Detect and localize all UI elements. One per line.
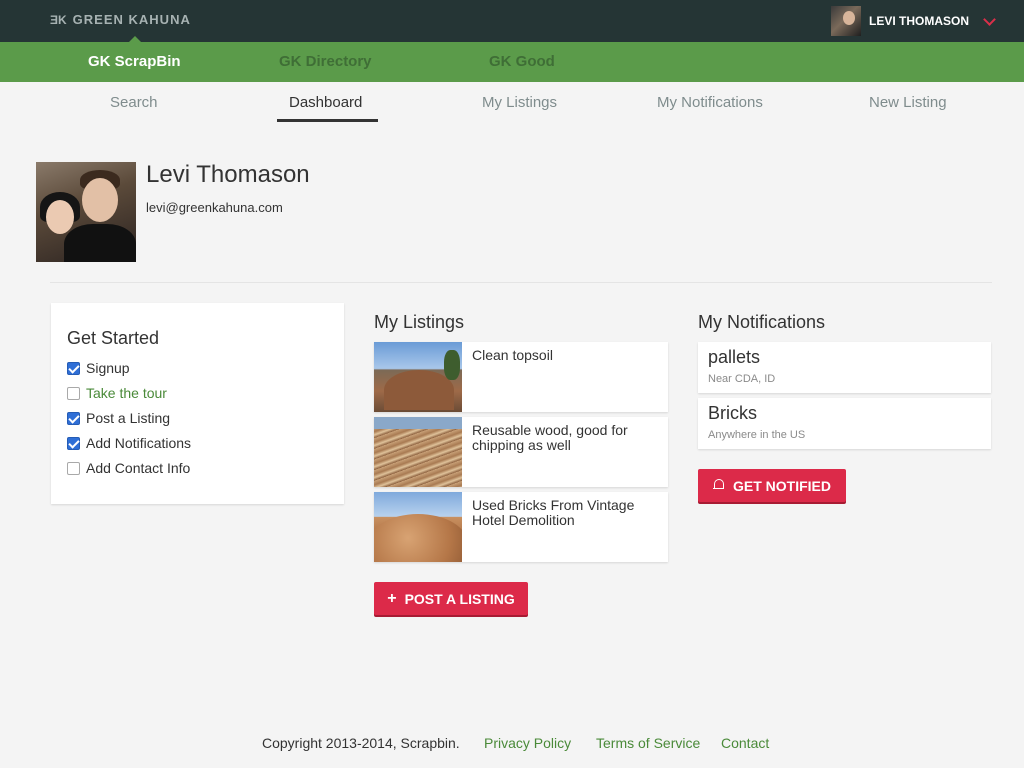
footer-terms-of-service-link[interactable]: Terms of Service <box>596 735 700 751</box>
brand-name: GREEN KAHUNA <box>72 12 191 27</box>
my-notifications-title: My Notifications <box>698 312 826 332</box>
profile-email: levi@greenkahuna.com <box>146 200 283 215</box>
product-gk-good[interactable]: GK Good <box>489 53 555 70</box>
get-started-card: Get Started Signup Take the tour Post a … <box>51 303 344 504</box>
checklist-item-post-a-listing[interactable]: Post a Listing <box>67 410 170 426</box>
user-menu[interactable]: LEVI THOMASON <box>830 6 996 36</box>
listing-thumbnail[interactable] <box>374 417 462 487</box>
product-gk-scrapbin[interactable]: GK ScrapBin <box>88 53 181 70</box>
checklist-item-add-notifications[interactable]: Add Notifications <box>67 435 191 451</box>
notification-title[interactable]: Bricks <box>708 403 757 424</box>
checkbox-unchecked[interactable] <box>67 461 80 475</box>
checkbox-checked[interactable] <box>67 361 80 375</box>
notification-card[interactable]: pallets Near CDA, ID <box>698 342 991 393</box>
product-gk-directory[interactable]: GK Directory <box>279 53 372 70</box>
profile-photo <box>36 162 136 262</box>
checklist-item-signup[interactable]: Signup <box>67 360 130 376</box>
listing-card[interactable]: Clean topsoil <box>374 342 668 412</box>
chevron-down-icon[interactable] <box>983 12 996 26</box>
get-started-title: Get Started <box>67 328 160 348</box>
listing-card[interactable]: Reusable wood, good for chipping as well <box>374 417 668 487</box>
notification-card[interactable]: Bricks Anywhere in the US <box>698 398 991 449</box>
checkbox-checked[interactable] <box>67 436 80 450</box>
tab-search[interactable]: Search <box>110 94 158 111</box>
brand-logo[interactable]: ƎK GREEN KAHUNA <box>50 12 191 27</box>
listing-title[interactable]: Used Bricks From Vintage Hotel Demolitio… <box>472 498 652 528</box>
avatar[interactable] <box>830 6 861 36</box>
top-bar: ƎK GREEN KAHUNA LEVI THOMASON <box>0 0 1024 42</box>
tab-dashboard[interactable]: Dashboard <box>289 94 362 111</box>
dashboard-tabs: Search Dashboard My Listings My Notifica… <box>0 82 1024 124</box>
listing-thumbnail[interactable] <box>374 342 462 412</box>
footer-copyright: Copyright 2013-2014, Scrapbin. <box>262 735 460 751</box>
tab-my-notifications[interactable]: My Notifications <box>657 94 763 111</box>
post-listing-button[interactable]: + POST A LISTING <box>374 582 528 615</box>
listing-thumbnail[interactable] <box>374 492 462 562</box>
active-product-caret <box>129 36 141 42</box>
listing-title[interactable]: Reusable wood, good for chipping as well <box>472 423 652 453</box>
checklist-item-take-the-tour[interactable]: Take the tour <box>67 385 167 401</box>
listing-title[interactable]: Clean topsoil <box>472 348 652 363</box>
bell-icon <box>713 479 725 492</box>
user-name[interactable]: LEVI THOMASON <box>869 14 969 28</box>
get-notified-button[interactable]: GET NOTIFIED <box>698 469 846 502</box>
notification-location: Anywhere in the US <box>708 429 806 441</box>
checklist-item-add-contact-info[interactable]: Add Contact Info <box>67 460 190 476</box>
plus-icon: + <box>387 589 397 607</box>
tab-my-listings[interactable]: My Listings <box>482 94 557 111</box>
checkbox-unchecked[interactable] <box>67 386 80 400</box>
listing-card[interactable]: Used Bricks From Vintage Hotel Demolitio… <box>374 492 668 562</box>
profile-name: Levi Thomason <box>146 161 310 188</box>
active-tab-indicator <box>277 119 378 122</box>
footer-privacy-policy-link[interactable]: Privacy Policy <box>484 735 571 751</box>
brand-mark-icon: ƎK <box>50 12 67 27</box>
tab-new-listing[interactable]: New Listing <box>869 94 947 111</box>
notification-title[interactable]: pallets <box>708 347 760 368</box>
notification-location: Near CDA, ID <box>708 373 776 385</box>
my-listings-title: My Listings <box>374 312 465 332</box>
divider <box>50 282 992 283</box>
checkbox-checked[interactable] <box>67 411 80 425</box>
product-bar: GK ScrapBin GK Directory GK Good <box>0 36 1024 82</box>
footer-contact-link[interactable]: Contact <box>721 735 769 751</box>
